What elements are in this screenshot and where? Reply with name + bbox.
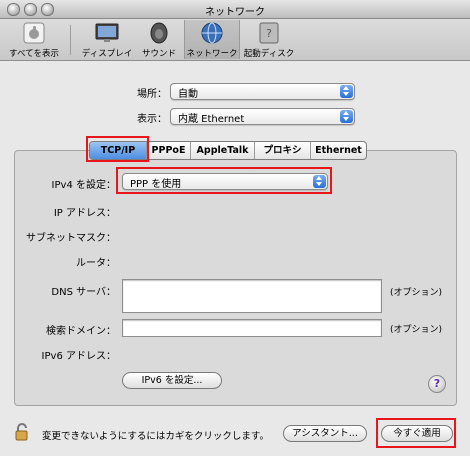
apply-highlight	[376, 418, 456, 448]
router-label: ルータ：	[76, 258, 116, 269]
network-preferences-window: ネットワーク すべてを表示 ディスプレイ サウンド ネットワーク ? 起動ディス…	[0, 0, 470, 456]
search-domain-field[interactable]	[122, 319, 382, 337]
title-bar: ネットワーク	[0, 0, 470, 19]
help-icon[interactable]: ?	[428, 375, 446, 393]
show-label: 表示：	[137, 114, 167, 125]
location-value: 自動	[178, 89, 198, 100]
toolbar: すべてを表示 ディスプレイ サウンド ネットワーク ? 起動ディスク	[0, 19, 470, 61]
ipv4-highlight	[116, 167, 332, 194]
ipv6-address-label: IPv6 アドレス：	[41, 351, 116, 362]
toolbar-sound[interactable]: サウンド	[136, 20, 182, 59]
toolbar-network[interactable]: ネットワーク	[184, 20, 240, 59]
toolbar-label: ディスプレイ	[81, 49, 133, 59]
lock-message: 変更できないようにするにはカギをクリックします。	[42, 431, 269, 442]
toolbar-label: すべてを表示	[9, 49, 59, 59]
dns-optional-label: (オプション)	[390, 288, 443, 298]
apple-grid-icon	[23, 22, 45, 44]
tcpip-highlight	[86, 136, 149, 162]
svg-text:?: ?	[266, 27, 272, 40]
search-optional-label: (オプション)	[390, 325, 443, 335]
display-icon	[95, 23, 119, 42]
lock-icon[interactable]	[15, 423, 31, 441]
toolbar-startup-disk[interactable]: ? 起動ディスク	[240, 20, 298, 59]
show-popup[interactable]: 内蔵 Ethernet	[170, 108, 355, 125]
popup-arrows-icon	[340, 110, 353, 123]
tab-appletalk[interactable]: AppleTalk	[190, 142, 254, 159]
tab-pppoe[interactable]: PPPoE	[146, 142, 190, 159]
toolbar-label: 起動ディスク	[243, 49, 295, 59]
location-popup[interactable]: 自動	[170, 83, 355, 100]
assistant-button[interactable]: アシスタント...	[283, 425, 367, 442]
popup-arrows-icon	[340, 85, 353, 98]
subnet-mask-label: サブネットマスク：	[26, 233, 116, 244]
network-globe-icon	[201, 22, 223, 44]
show-value: 内蔵 Ethernet	[178, 114, 245, 125]
tab-proxy[interactable]: プロキシ	[254, 142, 310, 159]
dns-server-label: DNS サーバ：	[51, 287, 116, 298]
ipv4-label: IPv4 を設定：	[51, 180, 116, 191]
toolbar-show-all[interactable]: すべてを表示	[4, 20, 64, 59]
dns-server-field[interactable]	[122, 279, 382, 313]
toolbar-label: ネットワーク	[186, 49, 238, 59]
toolbar-label: サウンド	[141, 49, 176, 59]
window-title: ネットワーク	[205, 7, 265, 18]
location-label: 場所：	[137, 89, 167, 100]
search-domain-label: 検索ドメイン：	[46, 326, 116, 337]
toolbar-display[interactable]: ディスプレイ	[78, 20, 136, 59]
ip-address-label: IP アドレス：	[53, 208, 116, 219]
startup-disk-icon: ?	[259, 22, 279, 44]
speaker-icon	[150, 22, 168, 44]
configure-ipv6-button[interactable]: IPv6 を設定...	[122, 372, 222, 389]
tab-ethernet[interactable]: Ethernet	[310, 142, 366, 159]
toolbar-separator	[70, 25, 71, 55]
